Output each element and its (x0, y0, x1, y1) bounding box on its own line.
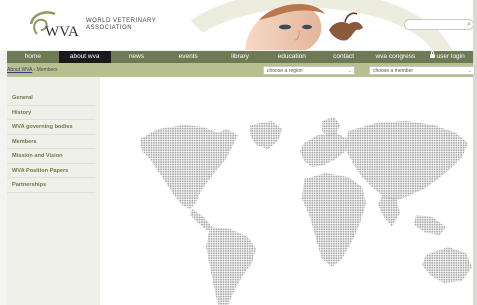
wva-logo-icon[interactable]: WVA (27, 6, 82, 42)
org-name-line1: WORLD VETERINARY (86, 18, 157, 24)
sub-bar: About WVA › Members choose a region ⌄ ch… (7, 63, 475, 77)
nav-user-login[interactable]: user login (421, 51, 473, 63)
sidebar: General History WVA governing bodies Mem… (7, 77, 100, 305)
main-nav: home about wva news events library educa… (7, 51, 473, 63)
sidebar-item-general[interactable]: General (7, 91, 95, 106)
nav-home[interactable]: home (7, 51, 59, 63)
org-name: WORLD VETERINARY ASSOCIATION (86, 18, 156, 32)
region-select[interactable]: choose a region ⌄ (263, 66, 355, 75)
map-region-central-america[interactable] (190, 209, 212, 231)
breadcrumb-current: Members (36, 67, 58, 73)
sidebar-item-mission-vision[interactable]: Mission and Vision (7, 149, 95, 164)
page: WVA WORLD VETERINARY ASSOCIATION ⌕ home … (0, 0, 477, 305)
org-name-line2: ASSOCIATION (86, 25, 133, 31)
map-region-greenland[interactable] (250, 121, 282, 149)
search-icon[interactable]: ⌕ (467, 20, 471, 30)
member-select-value: choose a member (373, 68, 414, 74)
breadcrumb-link-about[interactable]: About WVA (7, 67, 32, 73)
chevron-down-icon: ⌄ (467, 68, 472, 74)
region-select-value: choose a region (267, 68, 303, 74)
lock-icon (429, 51, 435, 59)
sidebar-item-governing-bodies[interactable]: WVA governing bodies (7, 120, 95, 135)
map-region-north-america[interactable] (140, 125, 238, 209)
chevron-down-icon: ⌄ (347, 68, 352, 74)
map-region-africa[interactable] (302, 173, 366, 267)
nav-about-wva[interactable]: about wva (58, 51, 111, 63)
breadcrumb: About WVA › Members (7, 67, 58, 73)
nav-user-login-label: user login (436, 53, 465, 60)
nav-contact[interactable]: contact (318, 51, 370, 63)
member-select[interactable]: choose a member ⌄ (369, 66, 475, 75)
logo-text: WVA (45, 24, 79, 40)
header-banner-image (245, 3, 363, 50)
sidebar-item-position-papers[interactable]: WVA Position Papers (7, 164, 95, 178)
site-header: WVA WORLD VETERINARY ASSOCIATION ⌕ (0, 0, 473, 50)
sidebar-item-partnerships[interactable]: Partnerships (7, 178, 95, 193)
map-region-europe[interactable] (300, 133, 348, 167)
sidebar-item-history[interactable]: History (7, 106, 95, 120)
nav-events[interactable]: events (162, 51, 214, 63)
nav-library[interactable]: library (214, 51, 266, 63)
map-region-australia[interactable] (422, 247, 472, 283)
nav-wva-congress[interactable]: wva congress (369, 51, 421, 63)
map-region-southeast-asia[interactable] (414, 215, 446, 235)
sidebar-item-members[interactable]: Members (7, 135, 95, 149)
search-input[interactable]: ⌕ (404, 19, 473, 30)
map-region-asia[interactable] (346, 121, 468, 201)
nav-education[interactable]: education (266, 51, 318, 63)
map-region-south-america[interactable] (206, 227, 256, 305)
main-content (100, 77, 473, 305)
world-map[interactable] (100, 77, 473, 305)
nav-news[interactable]: news (111, 51, 163, 63)
